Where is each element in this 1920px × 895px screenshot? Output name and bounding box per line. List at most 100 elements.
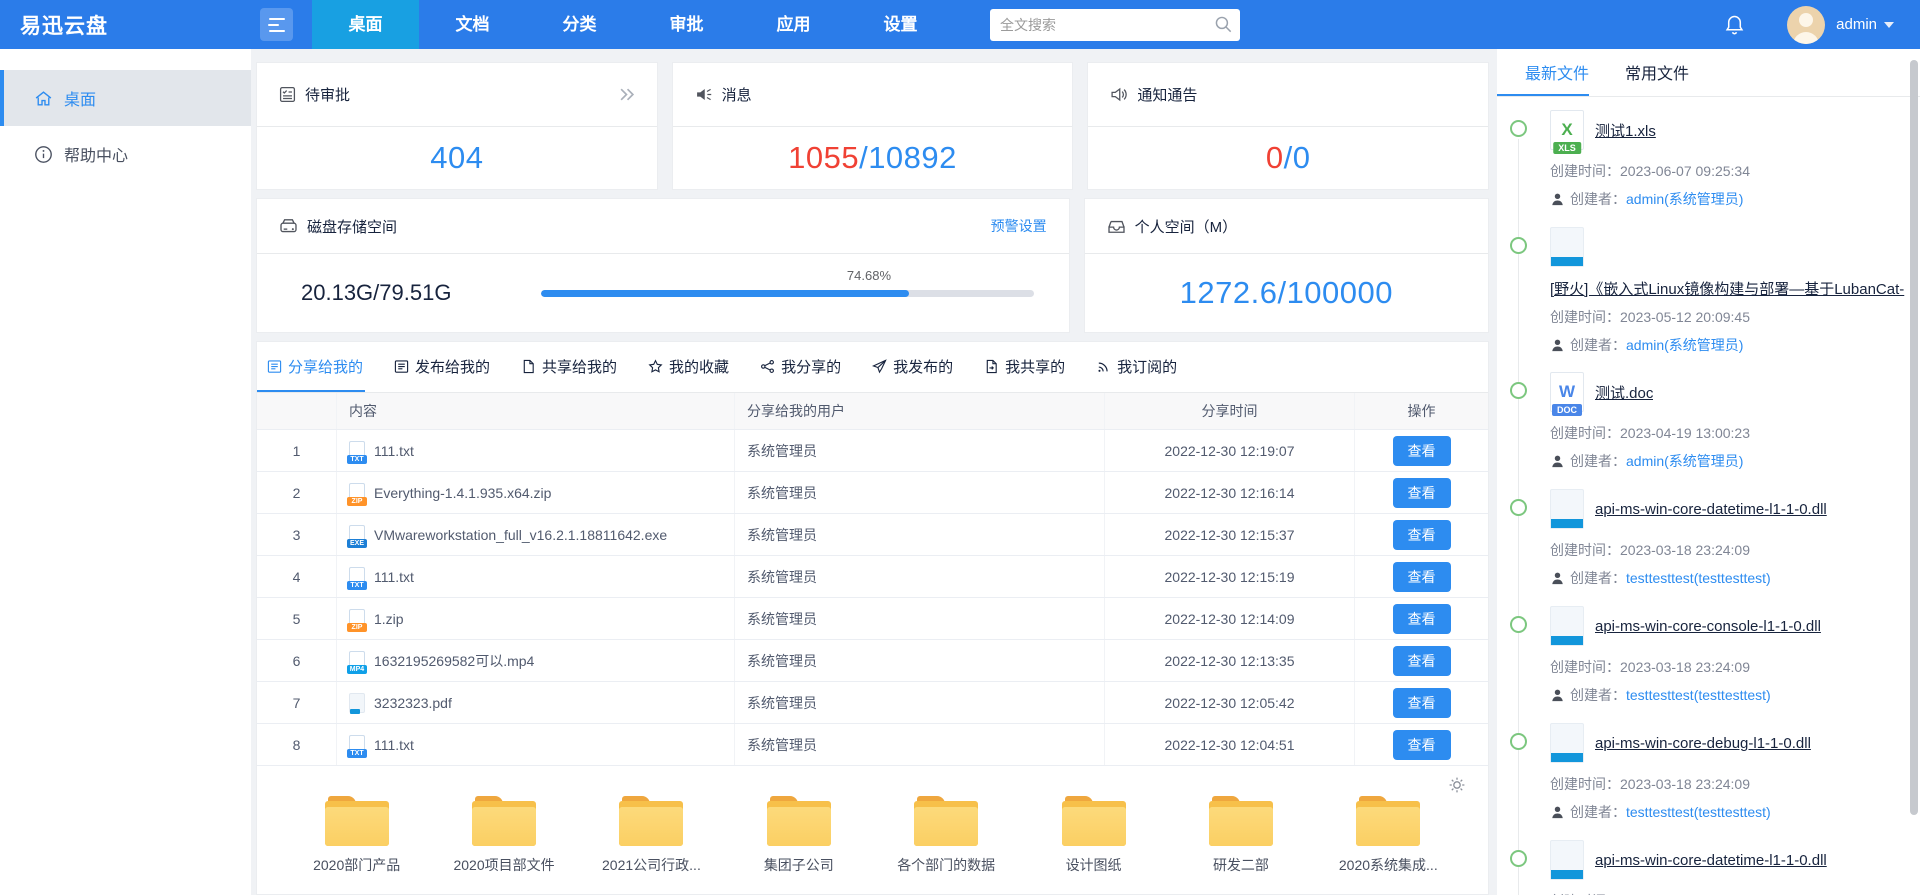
- file-type-icon: [349, 735, 365, 755]
- creator-value[interactable]: testtesttest(testtesttest): [1626, 687, 1771, 703]
- disk-usage-text: 20.13G/79.51G: [301, 280, 541, 306]
- tab-my-published[interactable]: 我发布的: [870, 342, 955, 392]
- alert-settings-link[interactable]: 预警设置: [991, 216, 1047, 236]
- folder[interactable]: 2020项目部文件: [438, 796, 570, 875]
- hard-drive-icon: [279, 217, 298, 235]
- folder[interactable]: 各个部门的数据: [880, 796, 1012, 875]
- file-type-icon: [1550, 489, 1584, 529]
- file-radio[interactable]: [1510, 499, 1527, 516]
- table-row[interactable]: 2 Everything-1.4.1.935.x64.zip 系统管理员 202…: [257, 472, 1488, 514]
- list-icon: [267, 359, 282, 374]
- file-link[interactable]: [野火]《嵌入式Linux镜像构建与部署—基于LubanCat-: [1550, 278, 1914, 299]
- tab-shared-to-me[interactable]: 分享给我的: [257, 342, 365, 392]
- view-button[interactable]: 查看: [1393, 520, 1451, 550]
- view-button[interactable]: 查看: [1393, 688, 1451, 718]
- person-icon: [1550, 805, 1565, 820]
- person-icon: [1550, 338, 1565, 353]
- created-value: 2023-04-19 13:00:23: [1620, 425, 1750, 441]
- tab-shared-with-me[interactable]: 共享给我的: [519, 342, 619, 392]
- file-link[interactable]: api-ms-win-core-debug-l1-1-0.dll: [1595, 735, 1811, 752]
- tab-latest-files[interactable]: 最新文件: [1497, 49, 1589, 96]
- row-index: 8: [257, 724, 337, 765]
- tab-desktop[interactable]: 桌面: [312, 0, 419, 49]
- creator-value[interactable]: admin(系统管理员): [1626, 335, 1743, 355]
- file-created-row: 创建时间： 2023-03-18 23:24:09: [1550, 540, 1914, 560]
- tab-approvals[interactable]: 审批: [633, 0, 740, 49]
- person-icon: [1550, 688, 1565, 703]
- folder[interactable]: 研发二部: [1175, 796, 1307, 875]
- file-link[interactable]: api-ms-win-core-console-l1-1-0.dll: [1595, 618, 1821, 635]
- file-link[interactable]: api-ms-win-core-datetime-l1-1-0.dll: [1595, 852, 1827, 869]
- file-radio[interactable]: [1510, 733, 1527, 750]
- creator-value[interactable]: admin(系统管理员): [1626, 189, 1743, 209]
- tab-my-favorites[interactable]: 我的收藏: [646, 342, 731, 392]
- tab-my-shares[interactable]: 我分享的: [758, 342, 843, 392]
- table-row[interactable]: 8 111.txt 系统管理员 2022-12-30 12:04:51 查看: [257, 724, 1488, 766]
- file-radio[interactable]: [1510, 120, 1527, 137]
- shared-by-user: 系统管理员: [735, 598, 1105, 639]
- created-label: 创建时间：: [1550, 540, 1620, 560]
- file-link[interactable]: 测试1.xls: [1595, 120, 1656, 141]
- file-type-icon: [1550, 227, 1584, 267]
- gear-icon[interactable]: [1448, 776, 1466, 794]
- search-icon[interactable]: [1214, 15, 1233, 34]
- tab-categories[interactable]: 分类: [526, 0, 633, 49]
- tab-apps[interactable]: 应用: [740, 0, 847, 49]
- creator-value[interactable]: testtesttest(testtesttest): [1626, 570, 1771, 586]
- top-nav: 桌面 文档 分类 审批 应用 设置: [312, 0, 954, 49]
- user-menu[interactable]: admin: [1836, 16, 1920, 33]
- share-section: 分享给我的 发布给我的 共享给我的 我的收藏 我分享的: [256, 341, 1489, 895]
- sidebar: 桌面 帮助中心: [0, 49, 251, 895]
- folder[interactable]: 设计图纸: [1028, 796, 1160, 875]
- tab-my-shared[interactable]: 我共享的: [982, 342, 1067, 392]
- view-button[interactable]: 查看: [1393, 562, 1451, 592]
- folder[interactable]: 2020系统集成...: [1322, 796, 1454, 875]
- creator-value[interactable]: testtesttest(testtesttest): [1626, 804, 1771, 820]
- file-radio[interactable]: [1510, 382, 1527, 399]
- view-button[interactable]: 查看: [1393, 604, 1451, 634]
- file-radio[interactable]: [1510, 237, 1527, 254]
- table-row[interactable]: 6 1632195269582可以.mp4 系统管理员 2022-12-30 1…: [257, 640, 1488, 682]
- view-button[interactable]: 查看: [1393, 646, 1451, 676]
- username: admin: [1836, 16, 1877, 33]
- file-name: 3232323.pdf: [374, 695, 452, 711]
- table-row[interactable]: 4 111.txt 系统管理员 2022-12-30 12:15:19 查看: [257, 556, 1488, 598]
- creator-value[interactable]: admin(系统管理员): [1626, 451, 1743, 471]
- folder-label: 集团子公司: [764, 855, 834, 875]
- tab-settings[interactable]: 设置: [847, 0, 954, 49]
- sidebar-item-desktop[interactable]: 桌面: [0, 70, 251, 126]
- view-button[interactable]: 查看: [1393, 436, 1451, 466]
- tab-documents[interactable]: 文档: [419, 0, 526, 49]
- avatar[interactable]: [1787, 6, 1825, 44]
- menu-toggle-button[interactable]: [260, 8, 293, 41]
- file-link[interactable]: 测试.doc: [1595, 382, 1653, 403]
- tab-my-subscriptions[interactable]: 我订阅的: [1094, 342, 1179, 392]
- file-creator-row: 创建者： testtesttest(testtesttest): [1550, 802, 1914, 822]
- personal-space-card: 个人空间（M） 1272.6/100000: [1084, 198, 1489, 333]
- folder[interactable]: 2020部门产品: [291, 796, 423, 875]
- sidebar-item-help[interactable]: 帮助中心: [0, 126, 251, 182]
- pending-approvals-card: 待审批 404: [256, 62, 658, 190]
- file-list-item: api-ms-win-core-datetime-l1-1-0.dll 创建时间…: [1497, 837, 1920, 895]
- folder[interactable]: 集团子公司: [733, 796, 865, 875]
- file-radio[interactable]: [1510, 850, 1527, 867]
- table-row[interactable]: 3 VMwareworkstation_full_v16.2.1.1881164…: [257, 514, 1488, 556]
- table-row[interactable]: 7 3232323.pdf 系统管理员 2022-12-30 12:05:42 …: [257, 682, 1488, 724]
- view-button[interactable]: 查看: [1393, 730, 1451, 760]
- view-button[interactable]: 查看: [1393, 478, 1451, 508]
- share-time: 2022-12-30 12:14:09: [1105, 598, 1355, 639]
- double-chevron-right-icon[interactable]: [619, 87, 635, 102]
- table-row[interactable]: 5 1.zip 系统管理员 2022-12-30 12:14:09 查看: [257, 598, 1488, 640]
- creator-label: 创建者：: [1570, 685, 1626, 705]
- search-input[interactable]: [990, 9, 1240, 41]
- creator-label: 创建者：: [1570, 189, 1626, 209]
- file-radio[interactable]: [1510, 616, 1527, 633]
- notifications-bell-icon[interactable]: [1724, 14, 1745, 36]
- tab-frequent-files[interactable]: 常用文件: [1625, 49, 1689, 96]
- folder[interactable]: 2021公司行政...: [585, 796, 717, 875]
- folder-label: 各个部门的数据: [897, 855, 995, 875]
- tab-published-to-me[interactable]: 发布给我的: [392, 342, 492, 392]
- file-link[interactable]: api-ms-win-core-datetime-l1-1-0.dll: [1595, 501, 1827, 518]
- scrollbar-thumb[interactable]: [1910, 60, 1918, 815]
- table-row[interactable]: 1 111.txt 系统管理员 2022-12-30 12:19:07 查看: [257, 430, 1488, 472]
